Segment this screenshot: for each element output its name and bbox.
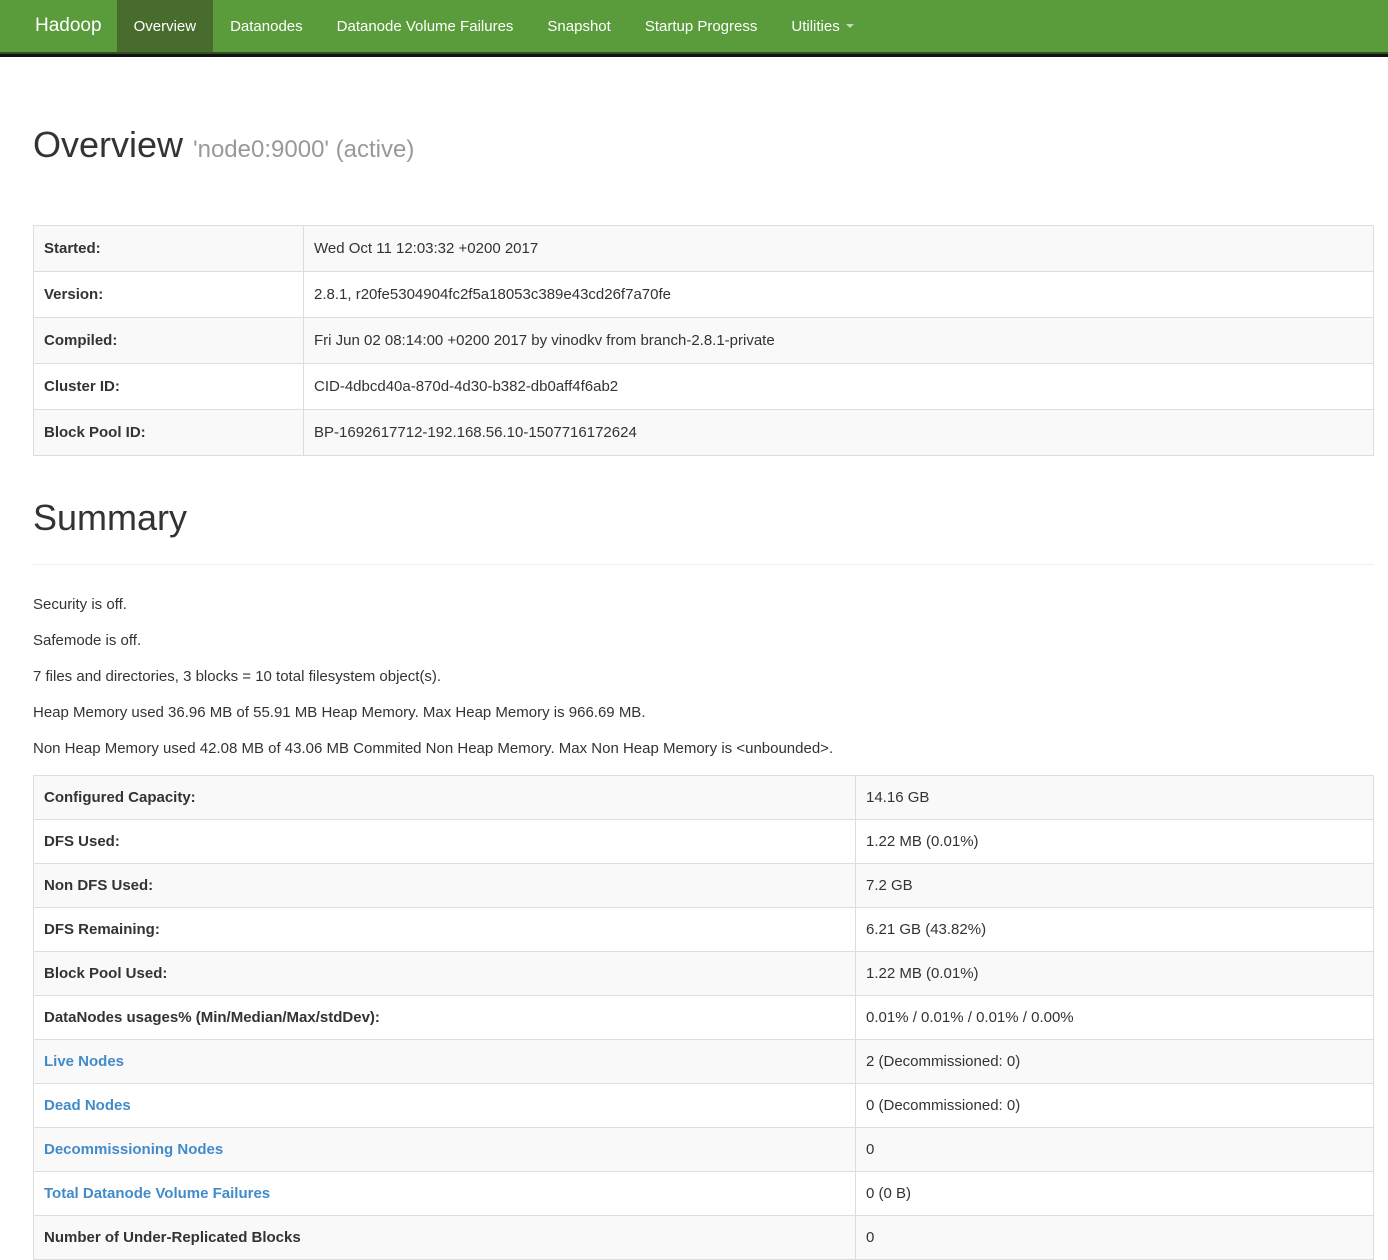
row-label: DFS Used: (34, 820, 856, 864)
row-label: Compiled: (34, 318, 304, 364)
page-title-text: Overview (33, 124, 183, 165)
row-label: Total Datanode Volume Failures (34, 1172, 856, 1216)
row-value: 14.16 GB (856, 776, 1374, 820)
row-label: DataNodes usages% (Min/Median/Max/stdDev… (34, 996, 856, 1040)
hadoop-brand[interactable]: Hadoop (20, 0, 117, 52)
section-divider (33, 564, 1374, 565)
decommissioning-nodes-link[interactable]: Decommissioning Nodes (44, 1141, 223, 1158)
navbar-menu: Overview Datanodes Datanode Volume Failu… (117, 0, 871, 52)
row-label: Decommissioning Nodes (34, 1128, 856, 1172)
row-value: 0 (856, 1216, 1374, 1260)
nav-tab-startup-progress[interactable]: Startup Progress (628, 0, 775, 52)
table-row: Total Datanode Volume Failures 0 (0 B) (34, 1172, 1374, 1216)
row-label: Cluster ID: (34, 364, 304, 410)
row-value: 0 (856, 1128, 1374, 1172)
row-value: 7.2 GB (856, 864, 1374, 908)
row-label: Block Pool Used: (34, 952, 856, 996)
row-value: Fri Jun 02 08:14:00 +0200 2017 by vinodk… (304, 318, 1374, 364)
total-datanode-volume-failures-link[interactable]: Total Datanode Volume Failures (44, 1185, 270, 1202)
table-row: Started: Wed Oct 11 12:03:32 +0200 2017 (34, 226, 1374, 272)
row-label: Dead Nodes (34, 1084, 856, 1128)
safemode-status-text: Safemode is off. (33, 631, 1374, 651)
row-value: 0.01% / 0.01% / 0.01% / 0.00% (856, 996, 1374, 1040)
table-row: Live Nodes 2 (Decommissioned: 0) (34, 1040, 1374, 1084)
heap-memory-text: Heap Memory used 36.96 MB of 55.91 MB He… (33, 703, 1374, 723)
row-value: 0 (0 B) (856, 1172, 1374, 1216)
table-row: Block Pool Used: 1.22 MB (0.01%) (34, 952, 1374, 996)
row-value: 0 (Decommissioned: 0) (856, 1084, 1374, 1128)
table-row: DFS Used: 1.22 MB (0.01%) (34, 820, 1374, 864)
summary-table: Configured Capacity: 14.16 GB DFS Used: … (33, 775, 1374, 1260)
row-value: 1.22 MB (0.01%) (856, 820, 1374, 864)
top-navbar: Hadoop Overview Datanodes Datanode Volum… (0, 0, 1388, 52)
table-row: Cluster ID: CID-4dbcd40a-870d-4d30-b382-… (34, 364, 1374, 410)
nav-tab-utilities[interactable]: Utilities (774, 0, 870, 52)
page-title: Overview 'node0:9000' (active) (33, 125, 1374, 170)
chevron-down-icon (846, 24, 854, 28)
dead-nodes-link[interactable]: Dead Nodes (44, 1097, 131, 1114)
navbar-border-dark (0, 54, 1388, 57)
table-row: Version: 2.8.1, r20fe5304904fc2f5a18053c… (34, 272, 1374, 318)
table-row: Block Pool ID: BP-1692617712-192.168.56.… (34, 410, 1374, 456)
security-status-text: Security is off. (33, 595, 1374, 615)
nav-tab-overview[interactable]: Overview (117, 0, 214, 52)
row-label: DFS Remaining: (34, 908, 856, 952)
row-label: Live Nodes (34, 1040, 856, 1084)
filesystem-objects-text: 7 files and directories, 3 blocks = 10 t… (33, 667, 1374, 687)
row-value: BP-1692617712-192.168.56.10-150771617262… (304, 410, 1374, 456)
table-row: Dead Nodes 0 (Decommissioned: 0) (34, 1084, 1374, 1128)
non-heap-memory-text: Non Heap Memory used 42.08 MB of 43.06 M… (33, 739, 1374, 759)
page-title-subtitle: 'node0:9000' (active) (193, 136, 414, 163)
row-value: CID-4dbcd40a-870d-4d30-b382-db0aff4f6ab2 (304, 364, 1374, 410)
table-row: DataNodes usages% (Min/Median/Max/stdDev… (34, 996, 1374, 1040)
table-row: Configured Capacity: 14.16 GB (34, 776, 1374, 820)
row-value: 2.8.1, r20fe5304904fc2f5a18053c389e43cd2… (304, 272, 1374, 318)
table-row: Compiled: Fri Jun 02 08:14:00 +0200 2017… (34, 318, 1374, 364)
row-value: Wed Oct 11 12:03:32 +0200 2017 (304, 226, 1374, 272)
row-label: Started: (34, 226, 304, 272)
nav-tab-utilities-label: Utilities (791, 18, 839, 35)
table-row: Non DFS Used: 7.2 GB (34, 864, 1374, 908)
row-value: 1.22 MB (0.01%) (856, 952, 1374, 996)
row-label: Non DFS Used: (34, 864, 856, 908)
table-row: Number of Under-Replicated Blocks 0 (34, 1216, 1374, 1260)
table-row: Decommissioning Nodes 0 (34, 1128, 1374, 1172)
page-content: Overview 'node0:9000' (active) Started: W… (33, 125, 1374, 1260)
summary-title: Summary (33, 498, 1374, 538)
overview-info-table: Started: Wed Oct 11 12:03:32 +0200 2017 … (33, 225, 1374, 456)
row-label: Configured Capacity: (34, 776, 856, 820)
table-row: DFS Remaining: 6.21 GB (43.82%) (34, 908, 1374, 952)
row-value: 6.21 GB (43.82%) (856, 908, 1374, 952)
row-label: Number of Under-Replicated Blocks (34, 1216, 856, 1260)
live-nodes-link[interactable]: Live Nodes (44, 1053, 124, 1070)
row-label: Block Pool ID: (34, 410, 304, 456)
nav-tab-snapshot[interactable]: Snapshot (530, 0, 627, 52)
nav-tab-datanode-volume-failures[interactable]: Datanode Volume Failures (320, 0, 531, 52)
nav-tab-datanodes[interactable]: Datanodes (213, 0, 320, 52)
row-label: Version: (34, 272, 304, 318)
row-value: 2 (Decommissioned: 0) (856, 1040, 1374, 1084)
